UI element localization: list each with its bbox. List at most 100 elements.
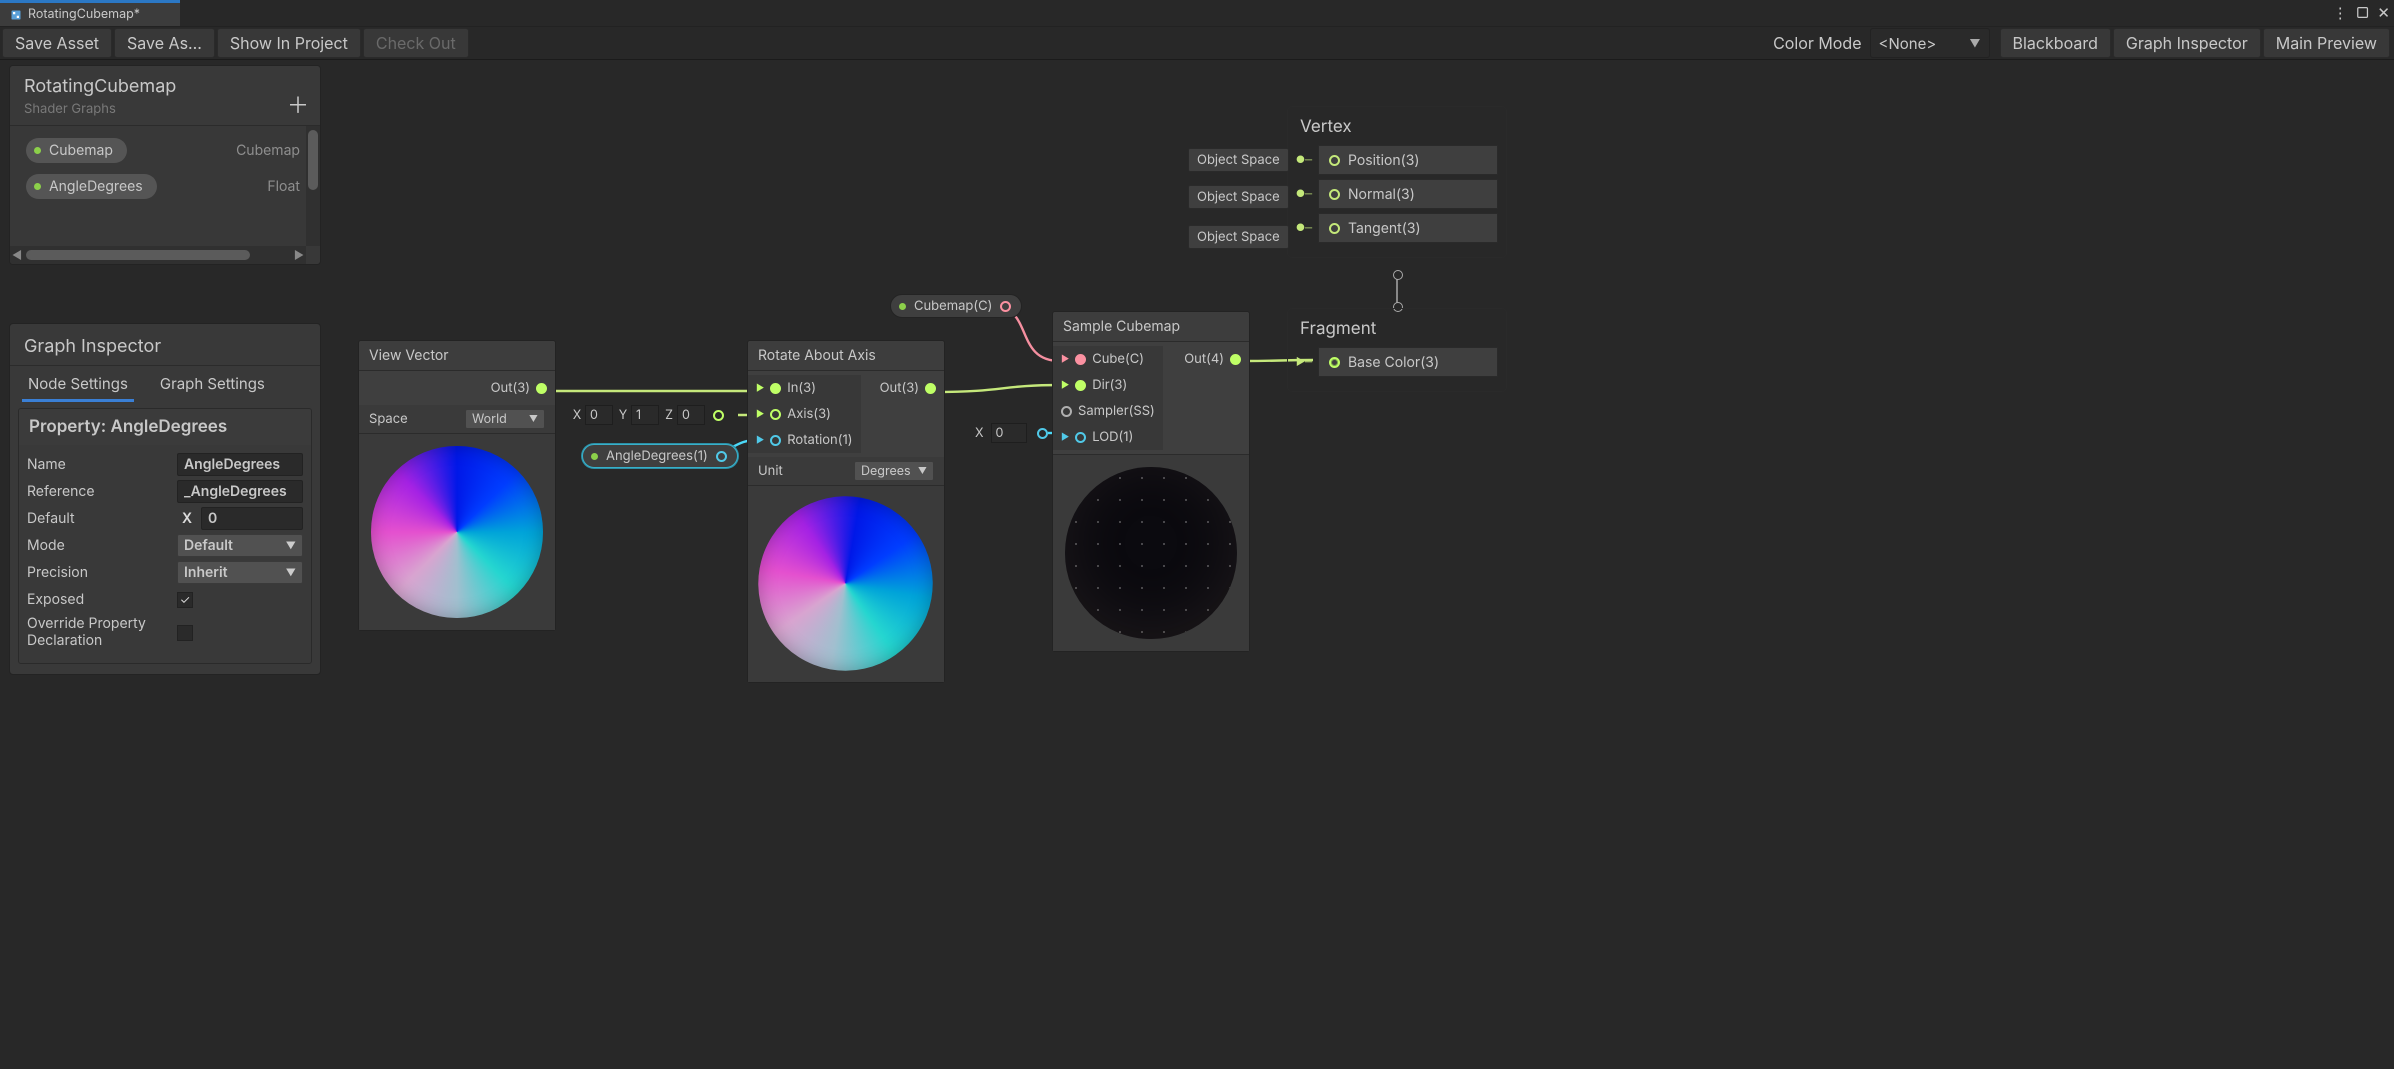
default-x-prefix: X bbox=[177, 507, 197, 530]
param-unit-dropdown[interactable]: Degrees ▼ bbox=[854, 461, 934, 481]
slot-base-color[interactable]: Base Color(3) bbox=[1318, 347, 1498, 377]
scroll-right-icon[interactable]: ▶ bbox=[294, 248, 304, 262]
add-property-button[interactable]: ＋ bbox=[288, 94, 308, 114]
port-out[interactable]: Out(3) bbox=[872, 375, 944, 401]
port-dir[interactable]: ▶ Dir(3) bbox=[1053, 372, 1163, 398]
port-out[interactable]: Out(3) bbox=[483, 375, 555, 401]
port-label: Axis(3) bbox=[787, 406, 831, 422]
inspector-section-title: Property: AngleDegrees bbox=[19, 409, 311, 445]
property-name: Cubemap bbox=[49, 142, 113, 159]
override-checkbox[interactable] bbox=[177, 625, 193, 641]
graph-inspector-panel[interactable]: Graph Inspector Node Settings Graph Sett… bbox=[9, 323, 321, 675]
precision-dropdown[interactable]: Inherit ▼ bbox=[177, 561, 303, 584]
blackboard-panel[interactable]: RotatingCubemap Shader Graphs ＋ Cubemap … bbox=[9, 65, 321, 265]
check-out-button: Check Out bbox=[363, 28, 469, 58]
port-label: Rotation(1) bbox=[787, 432, 852, 448]
property-row[interactable]: AngleDegrees Float bbox=[10, 168, 320, 204]
node-preview bbox=[748, 485, 944, 682]
property-dot-icon bbox=[591, 453, 598, 460]
close-icon[interactable]: ✕ bbox=[2377, 3, 2390, 22]
property-pill[interactable]: AngleDegrees bbox=[26, 174, 157, 199]
property-dot-icon bbox=[34, 147, 41, 154]
exposed-checkbox[interactable]: ✓ bbox=[177, 592, 193, 608]
property-pill[interactable]: Cubemap bbox=[26, 138, 127, 163]
slot-normal[interactable]: Normal(3) bbox=[1318, 179, 1498, 209]
axis-vec3-input[interactable]: X0 Y1 Z0 bbox=[569, 405, 724, 425]
port-label: Sampler(SS) bbox=[1078, 403, 1155, 419]
property-type: Float bbox=[267, 178, 300, 195]
blackboard-title: RotatingCubemap bbox=[24, 76, 306, 97]
master-title: Fragment bbox=[1298, 319, 1496, 339]
vertical-scrollbar[interactable] bbox=[306, 126, 320, 246]
default-value-field[interactable]: 0 bbox=[201, 507, 303, 530]
port-ring-icon bbox=[716, 451, 727, 462]
toolbar: Save Asset Save As... Show In Project Ch… bbox=[0, 26, 2394, 60]
port-ring-icon bbox=[1000, 301, 1011, 312]
maximize-icon[interactable]: ▢ bbox=[2356, 3, 2370, 22]
name-field[interactable]: AngleDegrees bbox=[177, 453, 303, 476]
axis-x-field[interactable]: 0 bbox=[585, 405, 613, 425]
horizontal-scrollbar[interactable]: ◀ ▶ bbox=[10, 246, 306, 264]
tab-graph-settings[interactable]: Graph Settings bbox=[154, 366, 271, 402]
master-fragment[interactable]: Fragment ▶─ Base Color(3) bbox=[1287, 308, 1507, 392]
chevron-down-icon: ▼ bbox=[286, 540, 296, 552]
param-unit-value: Degrees bbox=[861, 464, 911, 479]
property-node-angle[interactable]: AngleDegrees(1) bbox=[582, 444, 738, 468]
port-sampler[interactable]: Sampler(SS) bbox=[1053, 398, 1163, 424]
param-unit-label: Unit bbox=[758, 463, 854, 479]
chevron-down-icon: ▼ bbox=[286, 567, 296, 579]
param-space-label: Space bbox=[369, 411, 465, 427]
main-preview-toggle[interactable]: Main Preview bbox=[2263, 28, 2390, 58]
port-rotation[interactable]: ▶ Rotation(1) bbox=[748, 427, 861, 453]
graph-canvas[interactable]: RotatingCubemap Shader Graphs ＋ Cubemap … bbox=[0, 63, 2394, 1069]
label-reference: Reference bbox=[27, 483, 177, 500]
space-tag: Object Space bbox=[1188, 225, 1289, 249]
color-mode-dropdown[interactable]: <None> ▼ bbox=[1870, 28, 1990, 58]
slot-label: Position(3) bbox=[1348, 152, 1420, 169]
precision-value: Inherit bbox=[184, 564, 228, 581]
property-node-label: AngleDegrees(1) bbox=[606, 448, 708, 464]
blackboard-toggle[interactable]: Blackboard bbox=[2000, 28, 2111, 58]
reference-field[interactable]: _AngleDegrees bbox=[177, 480, 303, 503]
slot-label: Base Color(3) bbox=[1348, 354, 1439, 371]
label-precision: Precision bbox=[27, 564, 177, 581]
slot-position[interactable]: Position(3) bbox=[1318, 145, 1498, 175]
slot-label: Normal(3) bbox=[1348, 186, 1415, 203]
tab-node-settings[interactable]: Node Settings bbox=[22, 366, 134, 402]
lod-x-field[interactable]: 0 bbox=[991, 423, 1027, 443]
param-space-dropdown[interactable]: World ▼ bbox=[465, 409, 545, 429]
node-rotate-about-axis[interactable]: Rotate About Axis ▶ In(3) ▶ Axis(3) ▶ Ro… bbox=[747, 340, 945, 683]
axis-z-field[interactable]: 0 bbox=[677, 405, 705, 425]
property-row[interactable]: Cubemap Cubemap bbox=[10, 132, 320, 168]
master-vertex[interactable]: Vertex Object Space ●─ Position(3) Objec… bbox=[1287, 106, 1507, 258]
color-mode-value: <None> bbox=[1879, 34, 1937, 53]
port-in[interactable]: ▶ In(3) bbox=[748, 375, 861, 401]
port-cube[interactable]: ▶ Cube(C) bbox=[1053, 346, 1163, 372]
node-view-vector[interactable]: View Vector Out(3) Space World ▼ bbox=[358, 340, 556, 631]
save-asset-button[interactable]: Save Asset bbox=[2, 28, 112, 58]
port-ring-icon bbox=[1037, 428, 1048, 439]
label-default: Default bbox=[27, 510, 177, 527]
port-axis[interactable]: ▶ Axis(3) bbox=[748, 401, 861, 427]
space-tag: Object Space bbox=[1188, 185, 1289, 209]
slot-tangent[interactable]: Tangent(3) bbox=[1318, 213, 1498, 243]
overflow-menu-icon[interactable]: ⋮ bbox=[2333, 3, 2348, 22]
slot-label: Tangent(3) bbox=[1348, 220, 1421, 237]
lod-float-input[interactable]: X 0 bbox=[972, 423, 1048, 443]
axis-x-label: X bbox=[569, 408, 585, 423]
show-in-project-button[interactable]: Show In Project bbox=[217, 28, 361, 58]
graph-inspector-toggle[interactable]: Graph Inspector bbox=[2113, 28, 2261, 58]
save-as-button[interactable]: Save As... bbox=[114, 28, 215, 58]
port-label: In(3) bbox=[787, 380, 816, 396]
port-out[interactable]: Out(4) bbox=[1176, 346, 1249, 372]
port-lod[interactable]: ▶ LOD(1) bbox=[1053, 424, 1163, 450]
mode-dropdown[interactable]: Default ▼ bbox=[177, 534, 303, 557]
port-label: LOD(1) bbox=[1092, 429, 1133, 445]
document-tab-title: RotatingCubemap* bbox=[28, 7, 140, 22]
chevron-down-icon: ▼ bbox=[918, 466, 927, 477]
scroll-left-icon[interactable]: ◀ bbox=[12, 248, 22, 262]
node-sample-cubemap[interactable]: Sample Cubemap ▶ Cube(C) ▶ Dir(3) Sample… bbox=[1052, 311, 1250, 652]
document-tab[interactable]: RotatingCubemap* bbox=[0, 3, 150, 26]
property-node-cubemap[interactable]: Cubemap(C) bbox=[890, 294, 1022, 318]
axis-y-field[interactable]: 1 bbox=[631, 405, 659, 425]
